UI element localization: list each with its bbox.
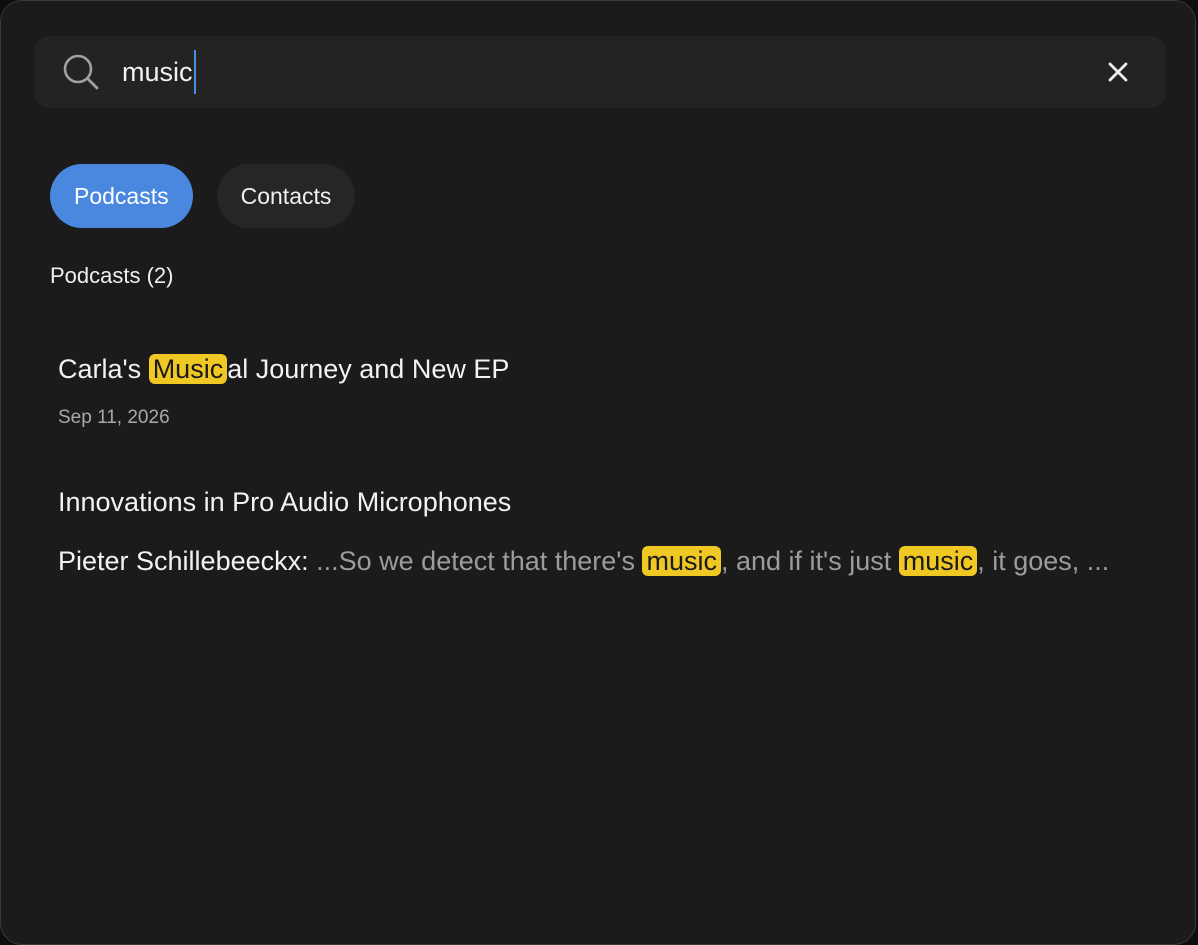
search-icon bbox=[63, 54, 99, 90]
snippet-text: ...So we detect that there's bbox=[308, 546, 643, 576]
result-item[interactable]: Carla's Music al Journey and New EP Sep 1… bbox=[58, 349, 1138, 429]
search-input[interactable]: music bbox=[122, 50, 1082, 94]
search-input-value: music bbox=[122, 57, 193, 87]
result-title: Innovations in Pro Audio Microphones bbox=[58, 487, 512, 517]
filter-tabs: Podcasts Contacts bbox=[50, 164, 356, 228]
snippet-text: , it goes, ... bbox=[977, 546, 1110, 576]
match-highlight: Music bbox=[148, 354, 228, 384]
result-title: Carla's Music al Journey and New EP bbox=[58, 349, 1138, 389]
snippet-text: , and if it's just bbox=[720, 546, 899, 576]
tab-podcasts[interactable]: Podcasts bbox=[50, 164, 193, 228]
title-text: al Journey and New EP bbox=[227, 354, 510, 384]
clear-search-button[interactable] bbox=[1100, 54, 1136, 90]
text-caret bbox=[193, 50, 196, 94]
result-date: Sep 11, 2026 bbox=[58, 407, 170, 428]
speaker-name: Pieter Schillebeeckx: bbox=[58, 546, 309, 576]
search-bar[interactable]: music bbox=[34, 36, 1166, 108]
search-panel: music Podcasts Contacts Podcasts (2) Car… bbox=[0, 0, 1196, 945]
tab-contacts[interactable]: Contacts bbox=[216, 164, 356, 228]
close-icon bbox=[1108, 62, 1128, 82]
section-title: Podcasts (2) bbox=[50, 263, 174, 288]
result-item[interactable]: Innovations in Pro Audio Microphones Pie… bbox=[58, 482, 1138, 583]
title-text: Carla's bbox=[58, 354, 149, 384]
match-highlight: music bbox=[642, 546, 721, 576]
result-snippet: Pieter Schillebeeckx: ...So we detect th… bbox=[58, 539, 1138, 583]
match-highlight: music bbox=[898, 546, 978, 576]
